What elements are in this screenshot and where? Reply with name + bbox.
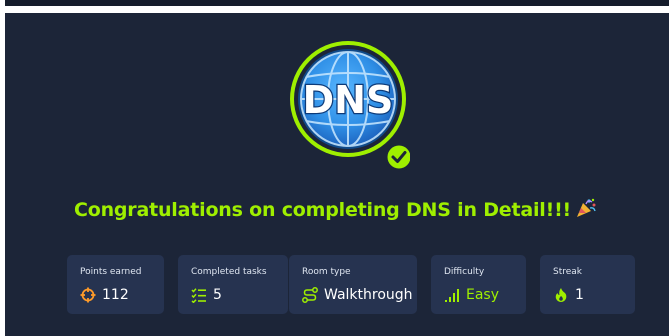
- stat-value-points: 112: [102, 287, 129, 303]
- crosshair-icon: [80, 287, 96, 303]
- top-bar: [5, 0, 669, 6]
- checklist-icon: [191, 287, 207, 303]
- room-badge: DNS: [290, 39, 410, 173]
- stat-card-difficulty: Difficulty Easy: [431, 255, 526, 314]
- signal-bars-icon: [444, 287, 460, 303]
- stat-card-tasks: Completed tasks 5: [178, 255, 288, 314]
- badge-text: DNS: [303, 78, 394, 122]
- check-circle-icon: [384, 142, 410, 172]
- stat-label-room-type: Room type: [302, 267, 351, 277]
- stat-label-points: Points earned: [80, 267, 142, 277]
- stat-card-room-type: Room type Walkthrough: [289, 255, 417, 314]
- stat-value-tasks: 5: [213, 287, 222, 303]
- stat-value-streak: 1: [575, 287, 584, 303]
- stat-label-tasks: Completed tasks: [191, 267, 267, 277]
- stat-label-difficulty: Difficulty: [444, 267, 485, 277]
- stat-label-streak: Streak: [553, 267, 583, 277]
- stat-value-difficulty: Easy: [466, 287, 500, 303]
- route-icon: [302, 287, 318, 303]
- stat-value-room-type: Walkthrough: [324, 287, 413, 303]
- congratulations-heading: Congratulations on completing DNS in Det…: [0, 197, 671, 221]
- party-popper-icon: [575, 197, 597, 219]
- stat-card-points: Points earned 112: [67, 255, 164, 314]
- stat-card-streak: Streak 1: [540, 255, 635, 314]
- page: DNS Congratulations on completing DNS in…: [0, 0, 671, 336]
- flame-icon: [553, 287, 569, 303]
- congratulations-text: Congratulations on completing DNS in Det…: [73, 199, 571, 221]
